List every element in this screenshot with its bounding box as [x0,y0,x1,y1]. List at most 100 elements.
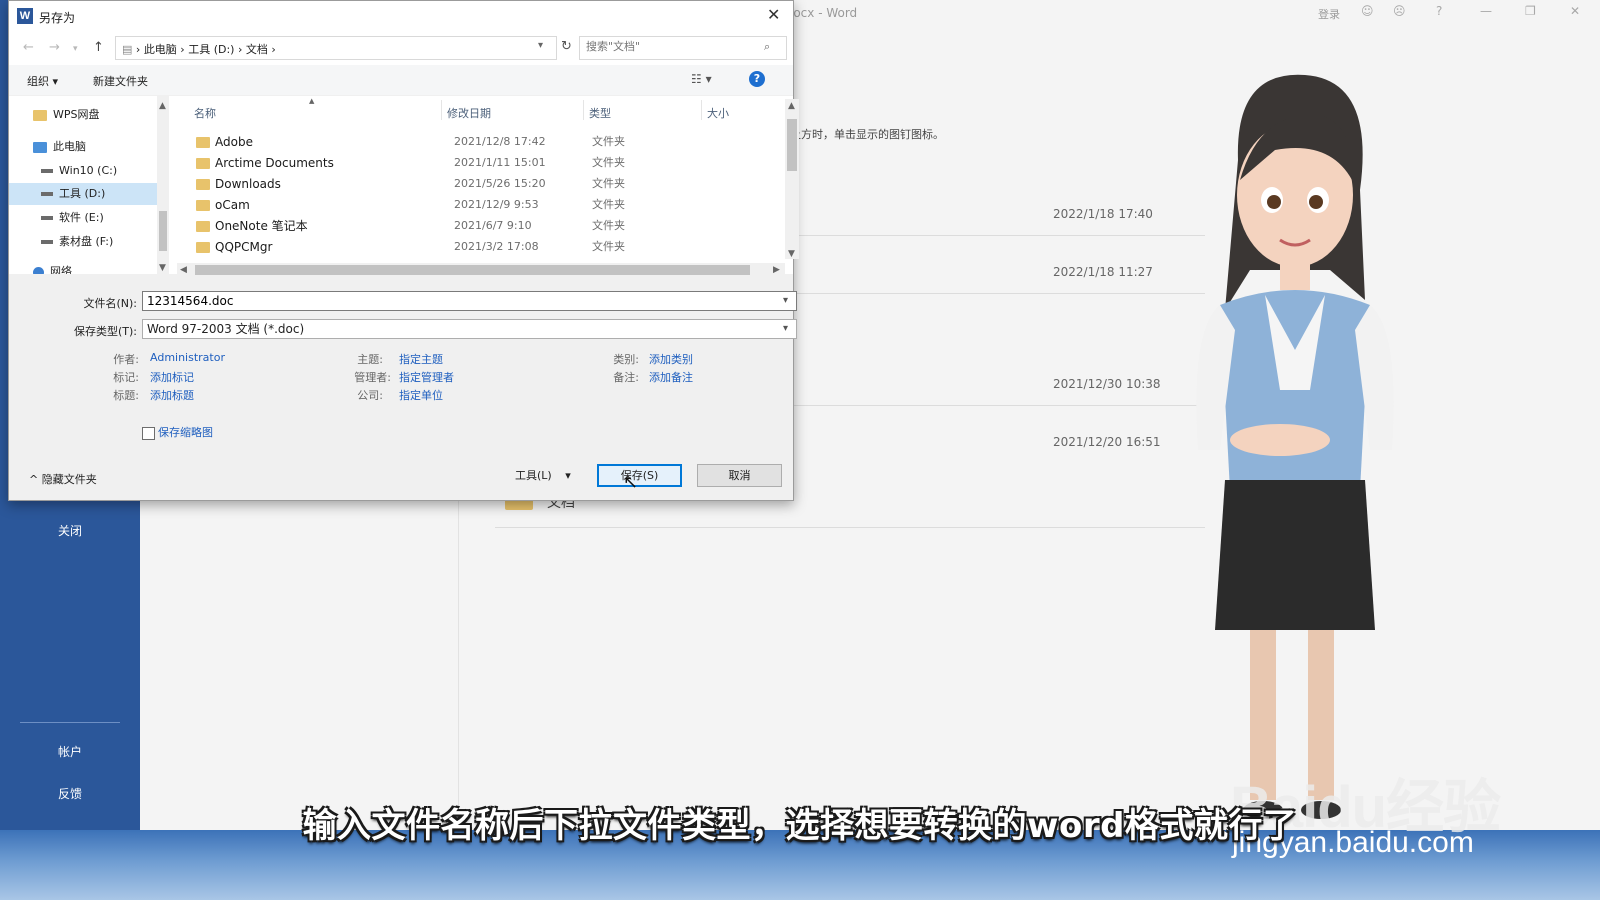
scroll-right-icon[interactable]: ▶ [773,265,780,275]
comments-label: 备注: [613,371,639,384]
category-value[interactable]: 添加类别 [649,351,693,367]
nav-item-this-pc[interactable]: 此电脑 [9,136,161,158]
file-row[interactable]: oCam 2021/12/9 9:53 文件夹 [184,195,769,215]
file-row[interactable]: OneNote 笔记本 2021/6/7 9:10 文件夹 [184,216,769,236]
frown-icon[interactable]: ☹ [1393,4,1406,18]
column-header-type[interactable]: 类型 [589,105,611,121]
minimize-icon[interactable]: — [1480,4,1492,18]
view-options-icon[interactable]: ☷ ▾ [691,72,712,86]
chevron-down-icon[interactable]: ▾ [783,295,788,306]
chevron-down-icon: ▾ [565,469,571,482]
cancel-button[interactable]: 取消 [697,464,782,487]
restore-icon[interactable]: ❐ [1525,4,1536,18]
author-value[interactable]: Administrator [150,351,225,364]
smiley-icon[interactable]: ☺ [1361,4,1374,18]
tags-value[interactable]: 添加标记 [150,369,194,385]
folder-icon [196,137,210,148]
scroll-left-icon[interactable]: ◀ [180,265,187,275]
refresh-icon[interactable]: ↻ [561,39,572,54]
folder-icon [196,221,210,232]
title-value[interactable]: 添加标题 [150,387,194,403]
file-row[interactable]: Adobe 2021/12/8 17:42 文件夹 [184,132,769,152]
chevron-down-icon[interactable]: ▾ [538,40,543,51]
nav-item-drive-e[interactable]: 软件 (E:) [9,207,161,229]
column-header-size[interactable]: 大小 [707,105,729,121]
scroll-up-icon[interactable]: ▲ [788,101,795,111]
breadcrumb-item[interactable]: 此电脑 [144,43,177,56]
tags-label: 标记: [113,371,139,384]
folder-icon: ▤ [122,43,133,56]
company-label: 公司: [357,389,383,402]
recent-divider [495,527,1205,528]
breadcrumb-item[interactable]: 工具 (D:) [188,43,234,56]
up-arrow-icon[interactable]: ↑ [93,40,104,55]
back-arrow-icon[interactable]: ← [23,40,34,55]
nav-item-drive-f[interactable]: 素材盘 (F:) [9,231,161,253]
column-divider[interactable] [441,100,442,120]
subject-value[interactable]: 指定主题 [399,351,443,367]
column-divider[interactable] [701,100,702,120]
signin-link[interactable]: 登录 [1318,6,1340,22]
file-list-hscroll-thumb[interactable] [195,265,750,275]
backstage-divider [458,495,459,830]
category-label: 类别: [613,353,639,366]
help-icon[interactable]: ? [1436,4,1442,18]
filetype-label: 保存类型(T): [73,325,137,338]
chevron-down-icon[interactable]: ▾ [73,44,78,54]
organize-menu[interactable]: 组织 ▾ [27,73,58,89]
word-window-title: locx - Word [790,6,858,20]
scroll-down-icon[interactable]: ▼ [788,249,795,259]
nav-item-drive-d[interactable]: 工具 (D:) [9,183,161,205]
folder-icon [196,158,210,169]
dialog-titlebar[interactable]: W 另存为 ✕ [9,1,793,31]
save-thumbnail-label[interactable]: 保存缩略图 [158,424,213,440]
mouse-cursor-icon: ↖ [623,472,639,493]
drive-icon [41,192,53,196]
filetype-select[interactable]: Word 97-2003 文档 (*.doc) [142,319,797,339]
help-icon[interactable]: ? [749,71,765,87]
file-row[interactable]: Arctime Documents 2021/1/11 15:01 文件夹 [184,153,769,173]
breadcrumb-path: ▤ › 此电脑 › 工具 (D:) › 文档 › [122,43,276,56]
file-row[interactable]: QQPCMgr 2021/3/2 17:08 文件夹 [184,237,769,257]
close-icon[interactable]: ✕ [767,5,780,24]
file-row[interactable]: Downloads 2021/5/26 15:20 文件夹 [184,174,769,194]
recent-hint-text: 上方时，单击显示的图钉图标。 [790,128,944,141]
search-icon[interactable]: ⌕ [764,40,770,54]
presenter-avatar [1196,74,1394,819]
search-box[interactable]: ⌕ [579,36,787,60]
sidebar-close[interactable]: 关闭 [0,522,140,539]
nav-item-wps[interactable]: WPS网盘 [9,104,161,126]
folder-icon [196,242,210,253]
manager-label: 管理者: [354,371,391,384]
forward-arrow-icon[interactable]: → [49,40,60,55]
author-label: 作者: [113,353,139,366]
tools-menu[interactable]: 工具(L) ▾ [515,467,571,483]
word-app-icon: W [17,8,33,24]
save-thumbnail-checkbox[interactable] [142,427,155,440]
save-button[interactable]: 保存(S) [597,464,682,487]
column-header-date[interactable]: 修改日期 [447,105,491,121]
breadcrumb[interactable]: ▤ › 此电脑 › 工具 (D:) › 文档 › ▾ [115,36,557,60]
new-folder-button[interactable]: 新建文件夹 [93,73,148,89]
title-label: 标题: [113,389,139,402]
breadcrumb-item[interactable]: 文档 [246,43,268,56]
file-list-vscroll-thumb[interactable] [787,119,797,171]
manager-value[interactable]: 指定管理者 [399,369,454,385]
comments-value[interactable]: 添加备注 [649,369,693,385]
dialog-title: 另存为 [39,11,76,25]
chevron-down-icon[interactable]: ▾ [783,323,788,334]
company-value[interactable]: 指定单位 [399,387,443,403]
hide-folders-toggle[interactable]: ^ 隐藏文件夹 [29,471,97,487]
scroll-down-icon[interactable]: ▼ [159,263,166,273]
scroll-up-icon[interactable]: ▲ [159,101,166,111]
nav-scroll-thumb[interactable] [159,211,167,251]
search-input[interactable] [586,40,756,53]
column-divider[interactable] [583,100,584,120]
sidebar-account[interactable]: 帐户 [0,743,140,760]
navigation-pane: WPS网盘 此电脑 Win10 (C:) 工具 (D:) 软件 (E:) 素材盘… [9,96,161,274]
nav-item-drive-c[interactable]: Win10 (C:) [9,160,161,182]
close-icon[interactable]: ✕ [1570,4,1580,18]
column-header-name[interactable]: 名称 [194,105,216,121]
filename-field[interactable] [142,291,797,311]
nav-item-network[interactable]: 网络 [9,261,161,274]
